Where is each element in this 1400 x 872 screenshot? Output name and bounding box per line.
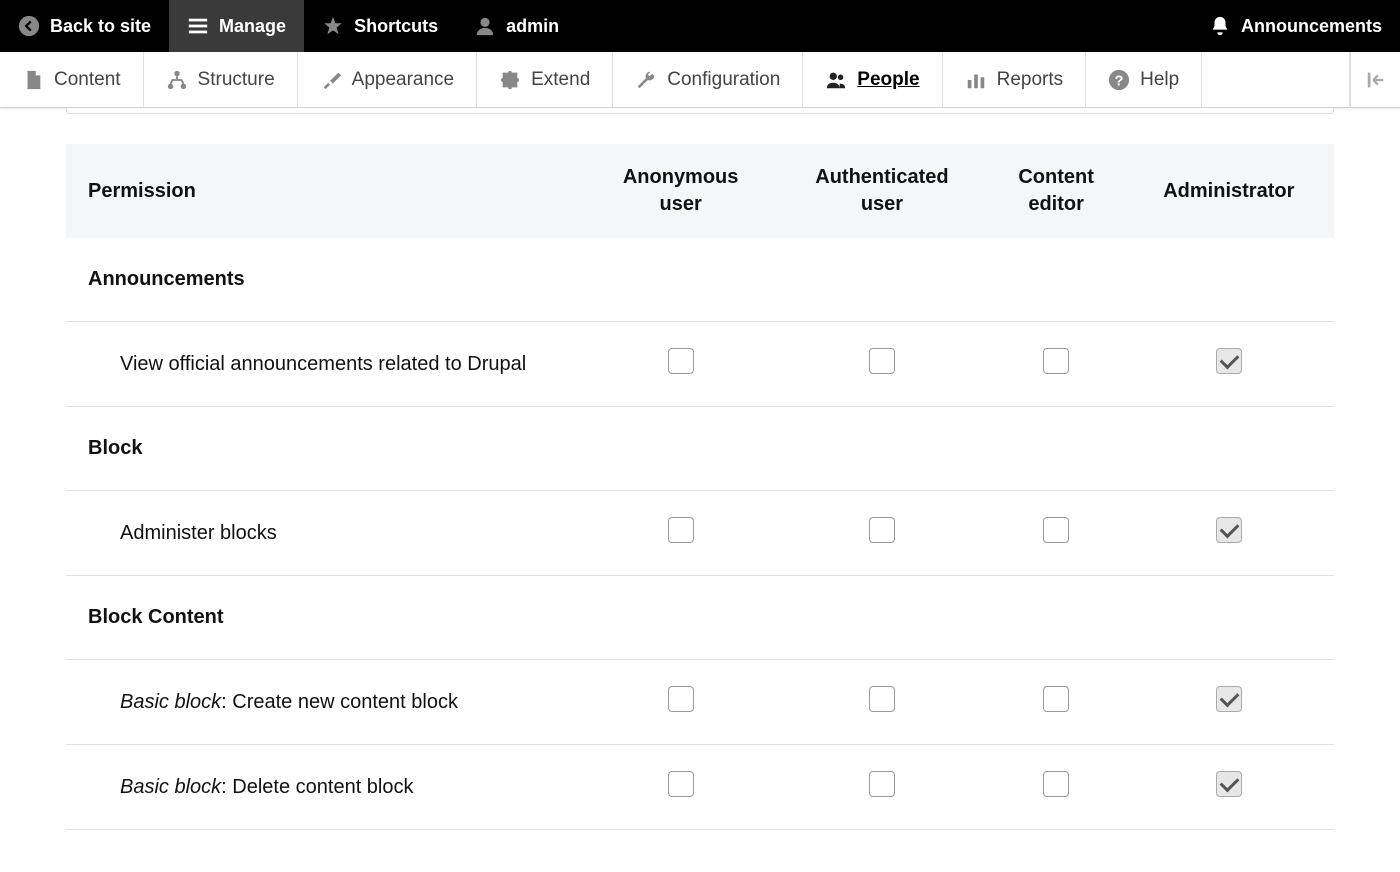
- permission-checkbox[interactable]: [1043, 771, 1069, 797]
- nav-people[interactable]: People: [803, 52, 942, 107]
- permission-checkbox[interactable]: [668, 686, 694, 712]
- collapse-button[interactable]: [1350, 52, 1400, 107]
- permission-label: View official announcements related to D…: [66, 322, 586, 407]
- puzzle-icon: [499, 69, 521, 91]
- help-icon: ?: [1108, 69, 1130, 91]
- bell-icon: [1209, 15, 1231, 37]
- nav-content[interactable]: Content: [0, 52, 144, 107]
- collapse-icon: [1365, 69, 1387, 91]
- paintbrush-icon: [320, 69, 342, 91]
- user-icon: [474, 15, 496, 37]
- nav-help[interactable]: ? Help: [1086, 52, 1202, 107]
- wrench-icon: [635, 69, 657, 91]
- svg-text:?: ?: [1115, 73, 1124, 89]
- header-permission: Permission: [66, 144, 586, 238]
- manage-link[interactable]: Manage: [169, 0, 304, 52]
- header-role-authenticated: Authenticateduser: [775, 144, 988, 238]
- permission-checkbox[interactable]: [1216, 348, 1242, 374]
- back-label: Back to site: [50, 16, 151, 37]
- header-role-anonymous: Anonymoususer: [586, 144, 775, 238]
- permission-checkbox[interactable]: [1216, 517, 1242, 543]
- shortcuts-link[interactable]: Shortcuts: [304, 0, 456, 52]
- announcements-label: Announcements: [1241, 16, 1382, 37]
- permission-checkbox[interactable]: [869, 771, 895, 797]
- people-icon: [825, 69, 847, 91]
- star-icon: [322, 15, 344, 37]
- header-role-editor: Contenteditor: [989, 144, 1124, 238]
- permission-checkbox[interactable]: [668, 771, 694, 797]
- hierarchy-icon: [166, 69, 188, 91]
- permission-group-label: Announcements: [66, 238, 1334, 322]
- nav-extend[interactable]: Extend: [477, 52, 613, 107]
- shortcuts-label: Shortcuts: [354, 16, 438, 37]
- file-icon: [22, 69, 44, 91]
- permission-group-label: Block Content: [66, 576, 1334, 660]
- announcements-link[interactable]: Announcements: [1191, 0, 1400, 52]
- hamburger-icon: [187, 15, 209, 37]
- permission-checkbox[interactable]: [1216, 771, 1242, 797]
- permission-label: Basic block: Delete content block: [66, 745, 586, 830]
- permission-label: Administer blocks: [66, 491, 586, 576]
- permission-label: Basic block: Create new content block: [66, 660, 586, 745]
- header-role-admin: Administrator: [1124, 144, 1334, 238]
- permission-checkbox[interactable]: [1043, 348, 1069, 374]
- admin-nav: Content Structure Appearance Extend Conf…: [0, 52, 1400, 108]
- permission-checkbox[interactable]: [869, 517, 895, 543]
- back-to-site-link[interactable]: Back to site: [0, 0, 169, 52]
- manage-label: Manage: [219, 16, 286, 37]
- bar-chart-icon: [965, 69, 987, 91]
- user-label: admin: [506, 16, 559, 37]
- filter-region-bottom: [66, 108, 1334, 114]
- permission-group-label: Block: [66, 407, 1334, 491]
- permission-checkbox[interactable]: [1043, 517, 1069, 543]
- user-link[interactable]: admin: [456, 0, 577, 52]
- permission-checkbox[interactable]: [1216, 686, 1242, 712]
- nav-structure[interactable]: Structure: [144, 52, 298, 107]
- top-toolbar: Back to site Manage Shortcuts admin Anno…: [0, 0, 1400, 52]
- permission-checkbox[interactable]: [668, 348, 694, 374]
- back-icon: [18, 15, 40, 37]
- permission-checkbox[interactable]: [869, 686, 895, 712]
- permission-checkbox[interactable]: [668, 517, 694, 543]
- nav-appearance[interactable]: Appearance: [298, 52, 477, 107]
- nav-reports[interactable]: Reports: [943, 52, 1087, 107]
- permissions-table: Permission Anonymoususer Authenticatedus…: [66, 144, 1334, 830]
- nav-configuration[interactable]: Configuration: [613, 52, 803, 107]
- permission-checkbox[interactable]: [869, 348, 895, 374]
- permission-checkbox[interactable]: [1043, 686, 1069, 712]
